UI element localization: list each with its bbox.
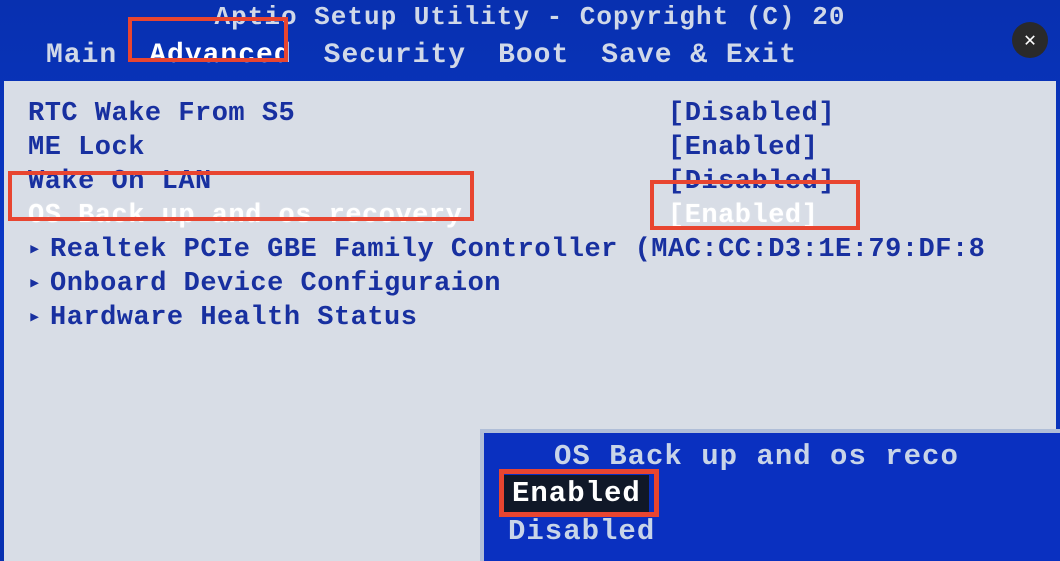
submenu-label: Hardware Health Status — [50, 301, 417, 335]
popup-option-disabled[interactable]: Disabled — [504, 515, 659, 548]
menu-boot[interactable]: Boot — [492, 38, 575, 73]
submenu-realtek[interactable]: ▸ Realtek PCIe GBE Family Controller (MA… — [28, 233, 1032, 267]
arrow-right-icon: ▸ — [28, 301, 44, 335]
menu-security[interactable]: Security — [318, 38, 472, 73]
setting-label: Wake On LAN — [28, 165, 668, 199]
submenu-label: Onboard Device Configuraion — [50, 267, 501, 301]
submenu-label: Realtek PCIe GBE Family Controller (MAC:… — [50, 233, 985, 267]
arrow-right-icon: ▸ — [28, 233, 44, 267]
setting-value: [Disabled] — [668, 165, 835, 199]
menu-main[interactable]: Main — [40, 38, 123, 73]
setting-me-lock[interactable]: ME Lock [Enabled] — [28, 131, 1032, 165]
menu-advanced[interactable]: Advanced — [143, 38, 297, 73]
setting-value: [Enabled] — [668, 131, 818, 165]
popup-title: OS Back up and os reco — [504, 439, 1040, 475]
close-button[interactable]: ✕ — [1012, 22, 1048, 58]
menu-save-exit[interactable]: Save & Exit — [595, 38, 803, 73]
option-popup: OS Back up and os reco Enabled Disabled — [480, 429, 1060, 561]
bios-title: Aptio Setup Utility - Copyright (C) 20 — [0, 0, 1060, 34]
menu-bar: Main Advanced Security Boot Save & Exit — [0, 34, 1060, 81]
setting-label: RTC Wake From S5 — [28, 97, 668, 131]
arrow-right-icon: ▸ — [28, 267, 44, 301]
setting-rtc-wake[interactable]: RTC Wake From S5 [Disabled] — [28, 97, 1032, 131]
setting-label: ME Lock — [28, 131, 668, 165]
bios-screen: Aptio Setup Utility - Copyright (C) 20 M… — [0, 0, 1060, 561]
setting-value: [Disabled] — [668, 97, 835, 131]
popup-option-enabled[interactable]: Enabled — [504, 475, 649, 513]
setting-os-backup[interactable]: OS Back up and os recovery [Enabled] — [28, 199, 1032, 233]
setting-label: OS Back up and os recovery — [28, 199, 668, 233]
setting-wake-on-lan[interactable]: Wake On LAN [Disabled] — [28, 165, 1032, 199]
submenu-hardware-health[interactable]: ▸ Hardware Health Status — [28, 301, 1032, 335]
submenu-onboard-device[interactable]: ▸ Onboard Device Configuraion — [28, 267, 1032, 301]
setting-value: [Enabled] — [668, 199, 818, 233]
close-icon: ✕ — [1024, 27, 1036, 53]
